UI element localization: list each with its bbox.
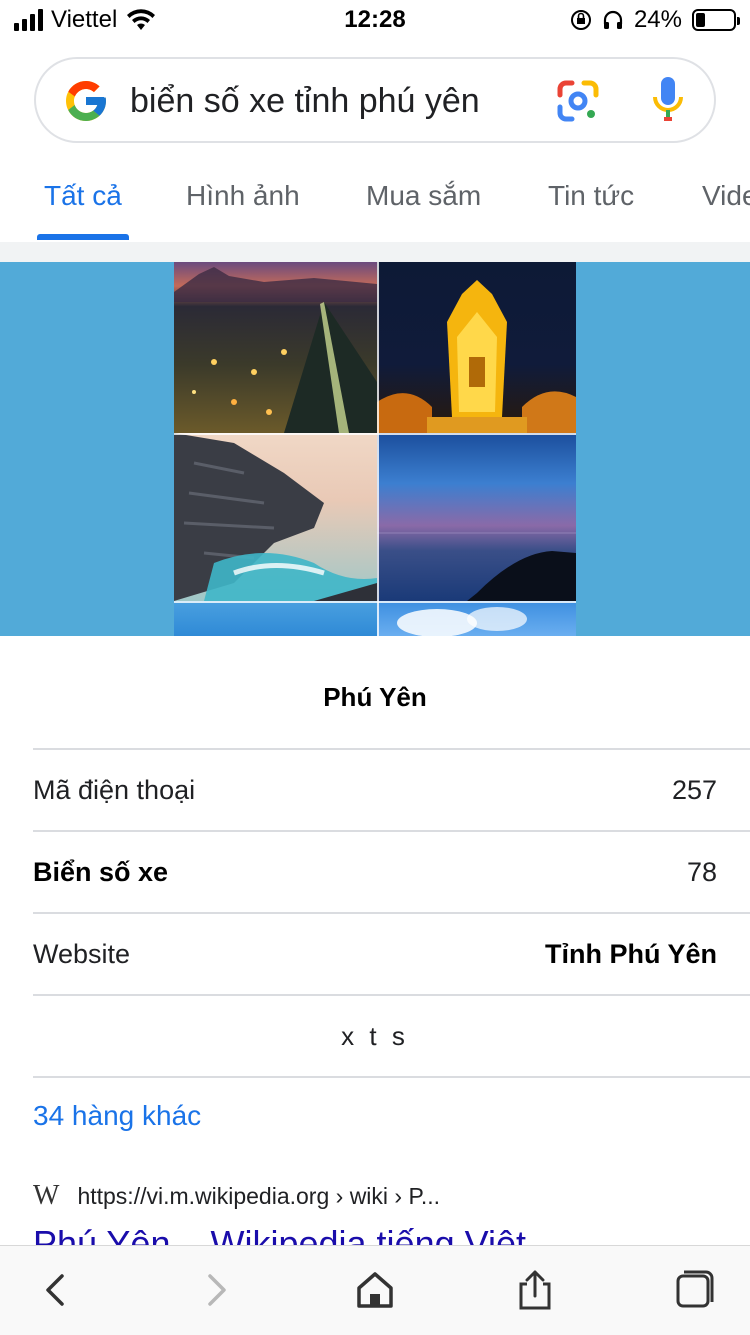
website-link[interactable]: Tỉnh Phú Yên xyxy=(545,939,717,970)
google-lens-icon[interactable] xyxy=(554,77,602,125)
more-rows-link[interactable]: 34 hàng khác xyxy=(33,1100,201,1132)
status-bar: Viettel 12:28 24% xyxy=(0,0,750,40)
tab-videos[interactable]: Video xyxy=(702,180,750,212)
search-tabs: Tất cả Hình ảnh Mua sắm Tin tức Video xyxy=(0,150,750,244)
tab-shopping[interactable]: Mua sắm xyxy=(366,180,481,212)
tabs-icon[interactable] xyxy=(672,1268,716,1312)
result-url[interactable]: https://vi.m.wikipedia.org › wiki › P... xyxy=(77,1183,440,1210)
share-icon[interactable] xyxy=(513,1268,557,1312)
home-icon[interactable] xyxy=(353,1268,397,1312)
battery-icon xyxy=(692,9,740,31)
result-source[interactable]: W https://vi.m.wikipedia.org › wiki › P.… xyxy=(33,1180,440,1212)
battery-percent: 24% xyxy=(633,6,682,33)
image-sky[interactable] xyxy=(377,601,576,636)
fact-row-phone-code: Mã điện thoại 257 xyxy=(33,748,750,830)
fact-row-license-plate: Biển số xe 78 xyxy=(33,830,750,912)
battery-fill xyxy=(696,13,705,27)
fact-value: 257 xyxy=(671,775,717,805)
fact-value: 78 xyxy=(686,857,717,887)
tab-all[interactable]: Tất cả xyxy=(44,180,122,212)
search-bar[interactable]: biển số xe tỉnh phú yên xyxy=(34,57,716,143)
image-city-night[interactable] xyxy=(174,262,377,433)
back-icon[interactable] xyxy=(34,1268,78,1312)
image-rock-coast[interactable] xyxy=(174,433,377,601)
card-divider xyxy=(33,1076,750,1078)
search-query[interactable]: biển số xe tỉnh phú yên xyxy=(130,77,480,125)
fact-row-website[interactable]: Website Tỉnh Phú Yên xyxy=(33,912,750,994)
headphones-icon xyxy=(603,10,623,29)
image-sea[interactable] xyxy=(174,601,377,636)
status-right: 24% xyxy=(570,6,740,34)
wikipedia-icon: W xyxy=(33,1180,60,1211)
fact-key: Biển số xe xyxy=(33,857,169,887)
collage-divider xyxy=(174,601,576,603)
image-tower[interactable] xyxy=(377,262,576,433)
fact-key: Mã điện thoại xyxy=(33,775,196,805)
active-tab-indicator xyxy=(37,234,129,240)
image-collage[interactable] xyxy=(174,262,576,636)
collage-divider xyxy=(377,262,379,636)
image-panel[interactable] xyxy=(0,262,750,636)
fact-row-misc: x t s xyxy=(33,994,750,1076)
tab-images[interactable]: Hình ảnh xyxy=(186,180,300,212)
image-sea-dusk[interactable] xyxy=(377,433,576,601)
collage-divider xyxy=(174,433,576,435)
card-title: Phú Yên xyxy=(323,682,427,712)
section-divider xyxy=(0,242,750,262)
microphone-icon[interactable] xyxy=(646,75,690,127)
tab-news[interactable]: Tin tức xyxy=(548,180,634,212)
orientation-lock-icon xyxy=(570,10,591,30)
fact-text: x t s xyxy=(341,1021,409,1051)
google-logo-icon xyxy=(66,81,106,121)
fact-key: Website xyxy=(33,939,131,969)
browser-toolbar xyxy=(0,1245,750,1335)
forward-icon[interactable] xyxy=(194,1268,238,1312)
